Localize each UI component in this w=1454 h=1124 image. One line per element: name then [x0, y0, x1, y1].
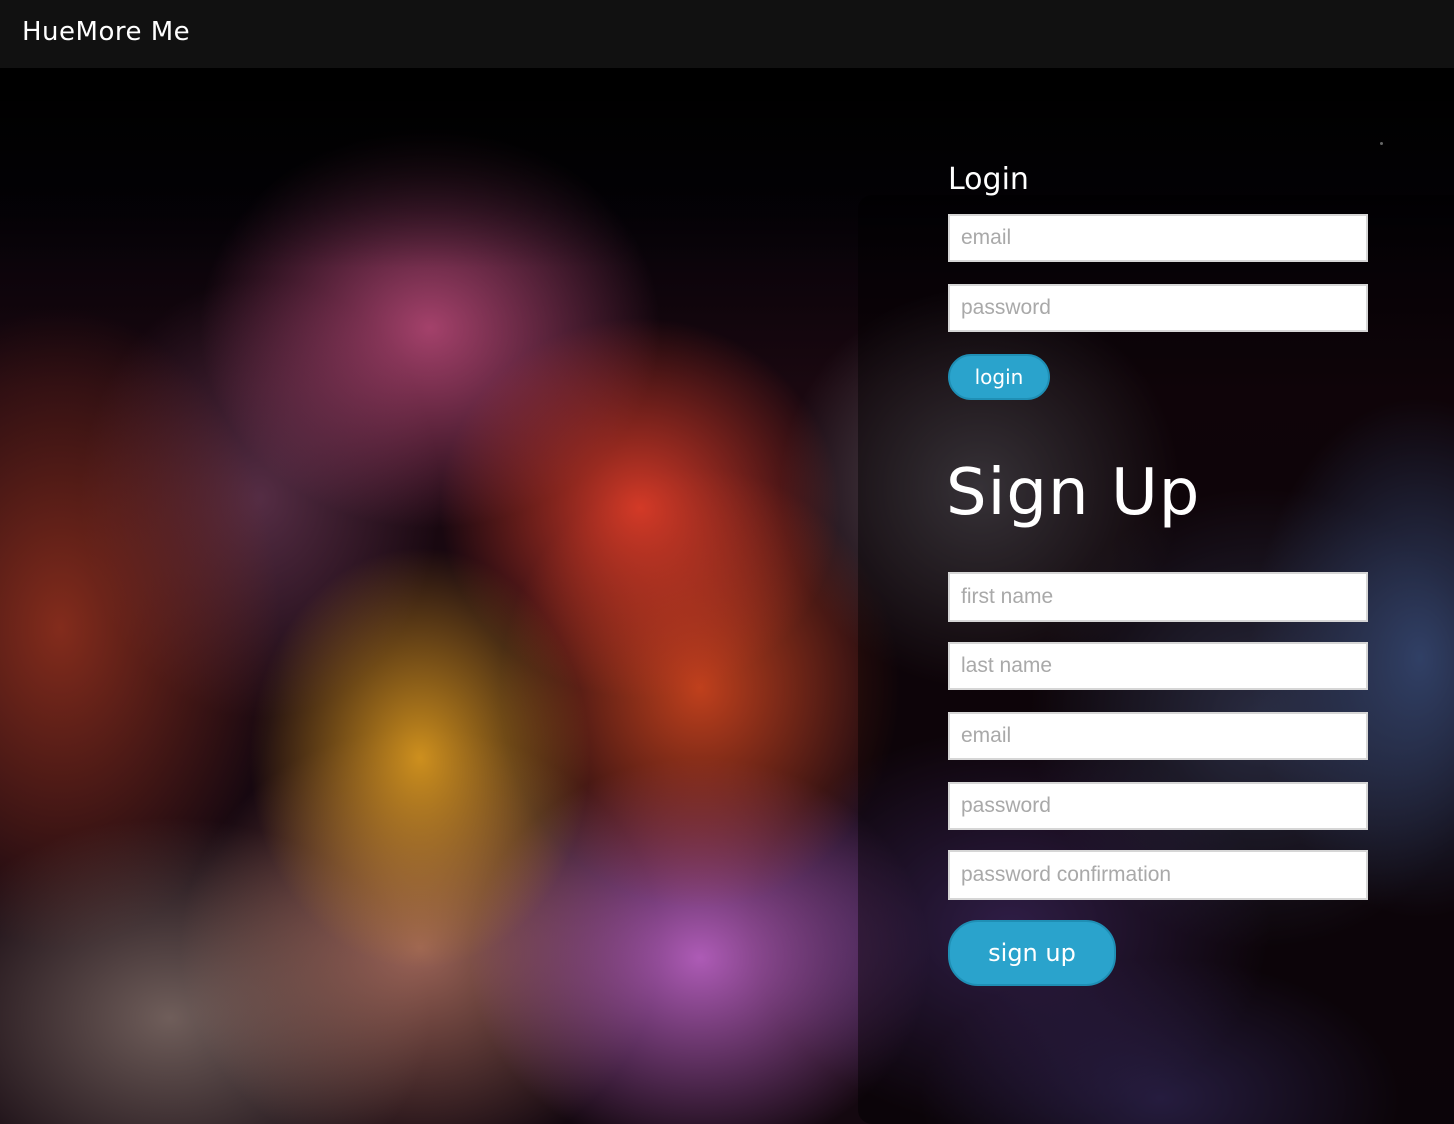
- signup-password-input[interactable]: [948, 782, 1368, 830]
- decorative-dot: [1380, 142, 1383, 145]
- navbar: HueMore Me: [0, 0, 1454, 68]
- signup-first-name-input[interactable]: [948, 572, 1368, 622]
- brand-logo-link[interactable]: HueMore Me: [22, 17, 190, 47]
- login-email-input[interactable]: [948, 214, 1368, 262]
- login-password-input[interactable]: [948, 284, 1368, 332]
- login-button[interactable]: login: [948, 354, 1050, 400]
- signup-last-name-input[interactable]: [948, 642, 1368, 690]
- signup-button[interactable]: sign up: [948, 920, 1116, 986]
- signup-heading: Sign Up: [946, 456, 1201, 530]
- signup-password-confirmation-input[interactable]: [948, 850, 1368, 900]
- signup-email-input[interactable]: [948, 712, 1368, 760]
- login-heading: Login: [948, 162, 1029, 197]
